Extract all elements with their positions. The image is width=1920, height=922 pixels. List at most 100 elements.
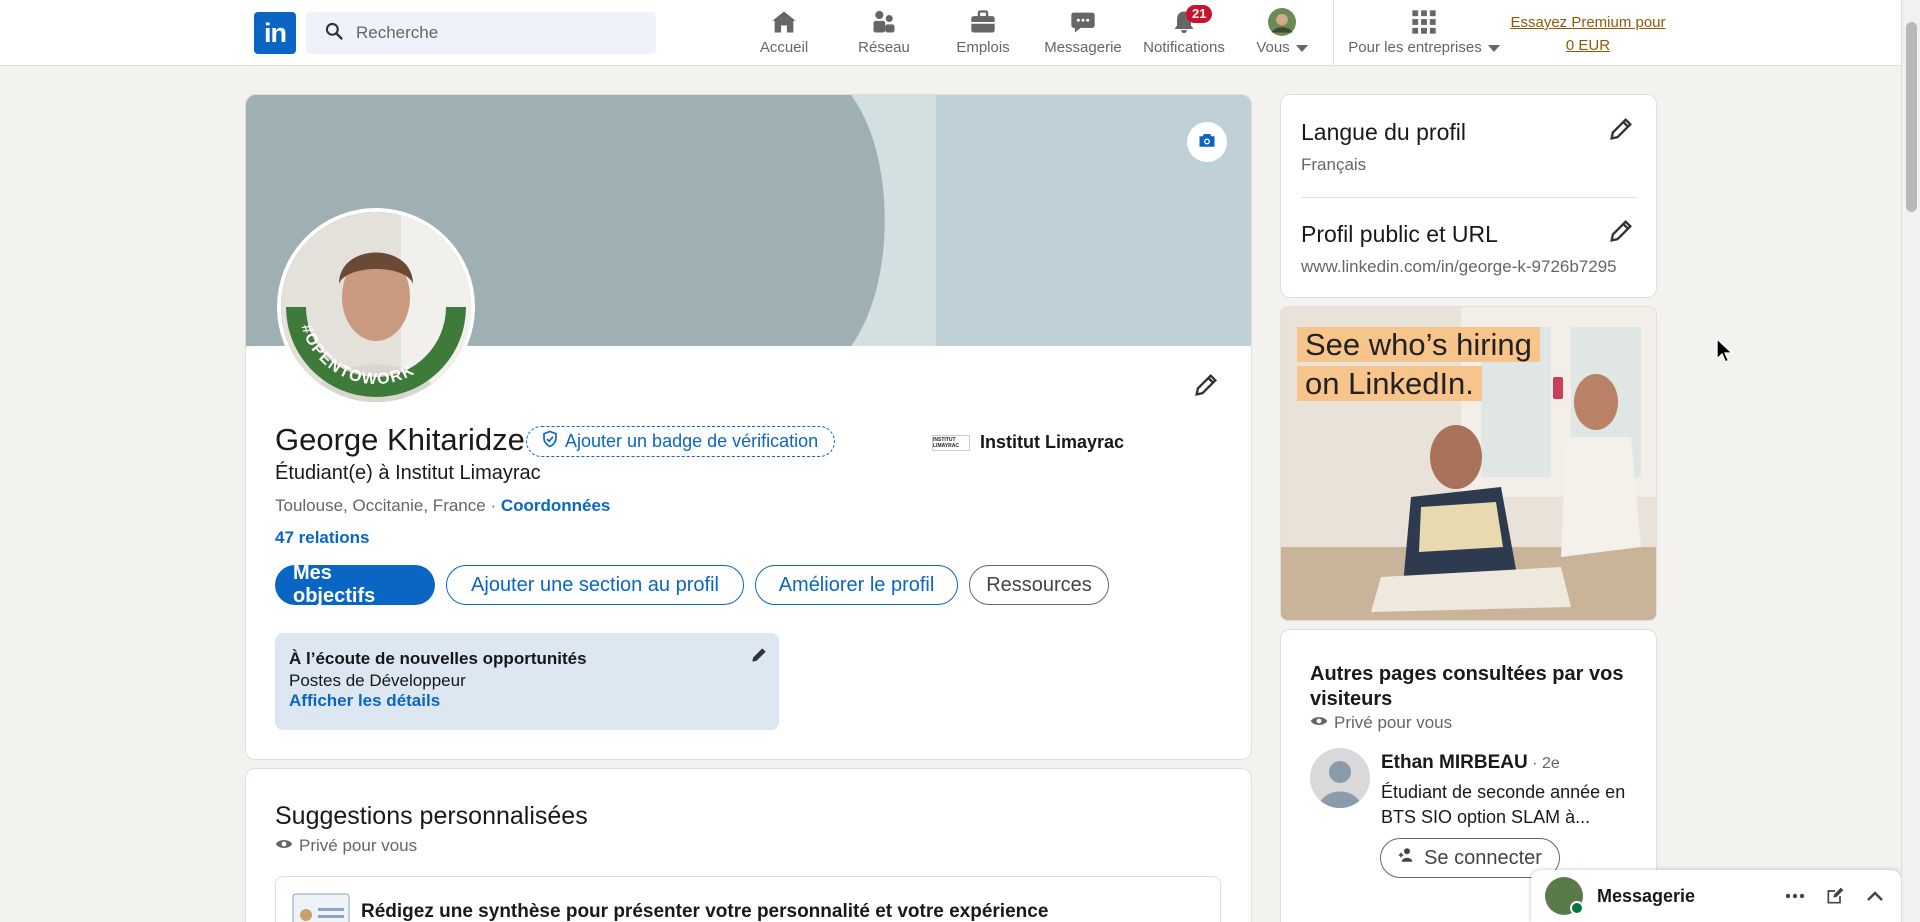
ad-headline: See who’s hiring on LinkedIn. bbox=[1297, 325, 1540, 403]
pencil-icon bbox=[749, 645, 769, 670]
premium-line-2: 0 EUR bbox=[1565, 37, 1611, 54]
add-person-icon bbox=[1398, 846, 1416, 870]
resources-button[interactable]: Ressources bbox=[969, 565, 1109, 605]
divider bbox=[1301, 197, 1637, 198]
open-to-work-box: À l’écoute de nouvelles opportunités Pos… bbox=[275, 633, 779, 730]
more-options-icon[interactable] bbox=[1783, 884, 1807, 908]
top-navigation-bar: in Accueil Réseau Emplois Messagerie 21 … bbox=[0, 0, 1901, 66]
nav-me[interactable]: Vous bbox=[1252, 8, 1312, 60]
briefcase-icon bbox=[969, 8, 997, 36]
chevron-down-icon bbox=[1487, 44, 1500, 52]
nav-me-label: Vous bbox=[1256, 39, 1308, 56]
messaging-label: Messagerie bbox=[1597, 885, 1696, 906]
suggestion-text: Rédigez une synthèse pour présenter votr… bbox=[361, 901, 1049, 922]
nav-network-label: Réseau bbox=[858, 39, 910, 56]
connect-label: Se connecter bbox=[1424, 846, 1542, 869]
nav-network[interactable]: Réseau bbox=[852, 8, 916, 60]
search-input[interactable] bbox=[356, 23, 646, 43]
pencil-icon bbox=[1607, 217, 1635, 250]
shield-check-icon bbox=[541, 430, 559, 453]
show-details-link[interactable]: Afficher les détails bbox=[289, 691, 765, 711]
location-text: Toulouse, Occitanie, France · bbox=[275, 496, 501, 515]
home-icon bbox=[770, 8, 798, 36]
suggestion-item[interactable]: Rédigez une synthèse pour présenter votr… bbox=[275, 876, 1221, 922]
profile-location: Toulouse, Occitanie, France · Coordonnée… bbox=[275, 496, 610, 516]
edit-open-to-work-button[interactable] bbox=[747, 645, 771, 669]
messaging-overlay[interactable]: Messagerie bbox=[1531, 870, 1901, 922]
visitors-title-line-2: visiteurs bbox=[1310, 688, 1393, 710]
nav-for-business[interactable]: Pour les entreprises bbox=[1346, 8, 1502, 60]
profile-name: George Khitaridze bbox=[275, 422, 525, 457]
nav-for-business-label: Pour les entreprises bbox=[1348, 39, 1500, 56]
edit-public-url-button[interactable] bbox=[1601, 213, 1641, 253]
nav-messaging[interactable]: Messagerie bbox=[1042, 8, 1124, 60]
visitor-headline-line-1: Étudiant de seconde année en bbox=[1381, 782, 1626, 802]
search-icon bbox=[324, 21, 344, 46]
objectives-button[interactable]: Mes objectifs bbox=[275, 562, 435, 607]
compose-message-icon[interactable] bbox=[1823, 884, 1847, 908]
edit-language-button[interactable] bbox=[1601, 111, 1641, 151]
nav-home[interactable]: Accueil bbox=[752, 8, 816, 60]
visitor-name[interactable]: Ethan MIRBEAU bbox=[1381, 752, 1528, 773]
grid-icon bbox=[1410, 8, 1438, 36]
chevron-up-icon[interactable] bbox=[1863, 884, 1887, 908]
education-highlight[interactable]: INSTITUT LIMAYRAC Institut Limayrac bbox=[932, 432, 1124, 453]
eye-icon bbox=[1310, 713, 1328, 733]
privacy-label: Privé pour vous bbox=[299, 836, 418, 855]
eye-icon bbox=[275, 836, 293, 856]
ad-line-2: on LinkedIn. bbox=[1297, 366, 1482, 401]
premium-trial-link[interactable]: Essayez Premium pour 0 EUR bbox=[1505, 11, 1671, 57]
nav-notifications-label: Notifications bbox=[1143, 39, 1225, 56]
camera-icon bbox=[1198, 132, 1216, 153]
page-scrollbar[interactable] bbox=[1901, 0, 1920, 922]
improve-profile-button[interactable]: Améliorer le profil bbox=[755, 565, 958, 605]
visitor-name-line[interactable]: Ethan MIRBEAU · 2e bbox=[1381, 752, 1560, 774]
profile-language-title: Langue du profil bbox=[1301, 119, 1466, 145]
visitor-headline-line-2: BTS SIO option SLAM à... bbox=[1381, 807, 1591, 827]
me-avatar bbox=[1268, 8, 1296, 36]
school-name: Institut Limayrac bbox=[980, 432, 1125, 452]
network-icon bbox=[870, 8, 898, 36]
connections-link[interactable]: 47 relations bbox=[275, 528, 370, 548]
suggestions-privacy: Privé pour vous bbox=[275, 836, 417, 856]
bell-icon: 21 bbox=[1170, 5, 1213, 36]
nav-divider bbox=[1333, 0, 1334, 66]
contact-info-link[interactable]: Coordonnées bbox=[501, 496, 611, 515]
add-verification-badge-button[interactable]: Ajouter un badge de vérification bbox=[526, 426, 836, 457]
visitors-privacy: Privé pour vous bbox=[1310, 713, 1452, 733]
nav-home-label: Accueil bbox=[759, 39, 809, 56]
nav-messaging-label: Messagerie bbox=[1044, 39, 1122, 56]
chat-icon bbox=[1069, 8, 1097, 36]
add-profile-section-button[interactable]: Ajouter une section au profil bbox=[446, 565, 744, 605]
hiring-advertisement[interactable]: See who’s hiring on LinkedIn. bbox=[1280, 306, 1657, 621]
visitors-privacy-label: Privé pour vous bbox=[1334, 713, 1453, 732]
edit-intro-button[interactable] bbox=[1186, 367, 1226, 407]
school-logo: INSTITUT LIMAYRAC bbox=[932, 434, 970, 451]
visitors-title-line-1: Autres pages consultées par vos bbox=[1310, 663, 1624, 685]
verify-badge-label: Ajouter un badge de vérification bbox=[565, 431, 819, 451]
suggestions-title: Suggestions personnalisées bbox=[275, 802, 588, 830]
profile-summary-icon bbox=[292, 893, 352, 922]
visitors-title: Autres pages consultées par vos visiteur… bbox=[1310, 662, 1623, 712]
mouse-cursor-icon bbox=[1716, 337, 1734, 364]
profile-language-value: Français bbox=[1301, 155, 1367, 174]
scrollbar-thumb[interactable] bbox=[1906, 22, 1917, 212]
open-to-work-title: À l’écoute de nouvelles opportunités bbox=[289, 649, 587, 668]
search-box[interactable] bbox=[306, 12, 656, 54]
chevron-down-icon bbox=[1295, 44, 1308, 52]
visitor-degree: · 2e bbox=[1527, 755, 1560, 772]
public-profile-title: Profil public et URL bbox=[1301, 221, 1498, 247]
linkedin-logo[interactable]: in bbox=[254, 12, 296, 54]
ad-line-1: See who’s hiring bbox=[1297, 327, 1540, 362]
nav-jobs[interactable]: Emplois bbox=[951, 8, 1015, 60]
premium-line-1: Essayez Premium pour bbox=[1510, 14, 1666, 31]
messaging-avatar bbox=[1545, 877, 1584, 915]
open-to-work-roles: Postes de Développeur bbox=[289, 671, 466, 690]
nav-notifications[interactable]: 21 Notifications bbox=[1140, 5, 1228, 60]
visitor-avatar[interactable] bbox=[1310, 748, 1370, 808]
profile-photo[interactable]: #OPENTOWORK bbox=[277, 208, 475, 406]
edit-cover-button[interactable] bbox=[1187, 122, 1227, 162]
nav-jobs-label: Emplois bbox=[956, 39, 1010, 56]
public-profile-url[interactable]: www.linkedin.com/in/george-k-9726b7295 bbox=[1301, 257, 1617, 277]
visitor-headline: Étudiant de seconde année en BTS SIO opt… bbox=[1381, 780, 1625, 830]
